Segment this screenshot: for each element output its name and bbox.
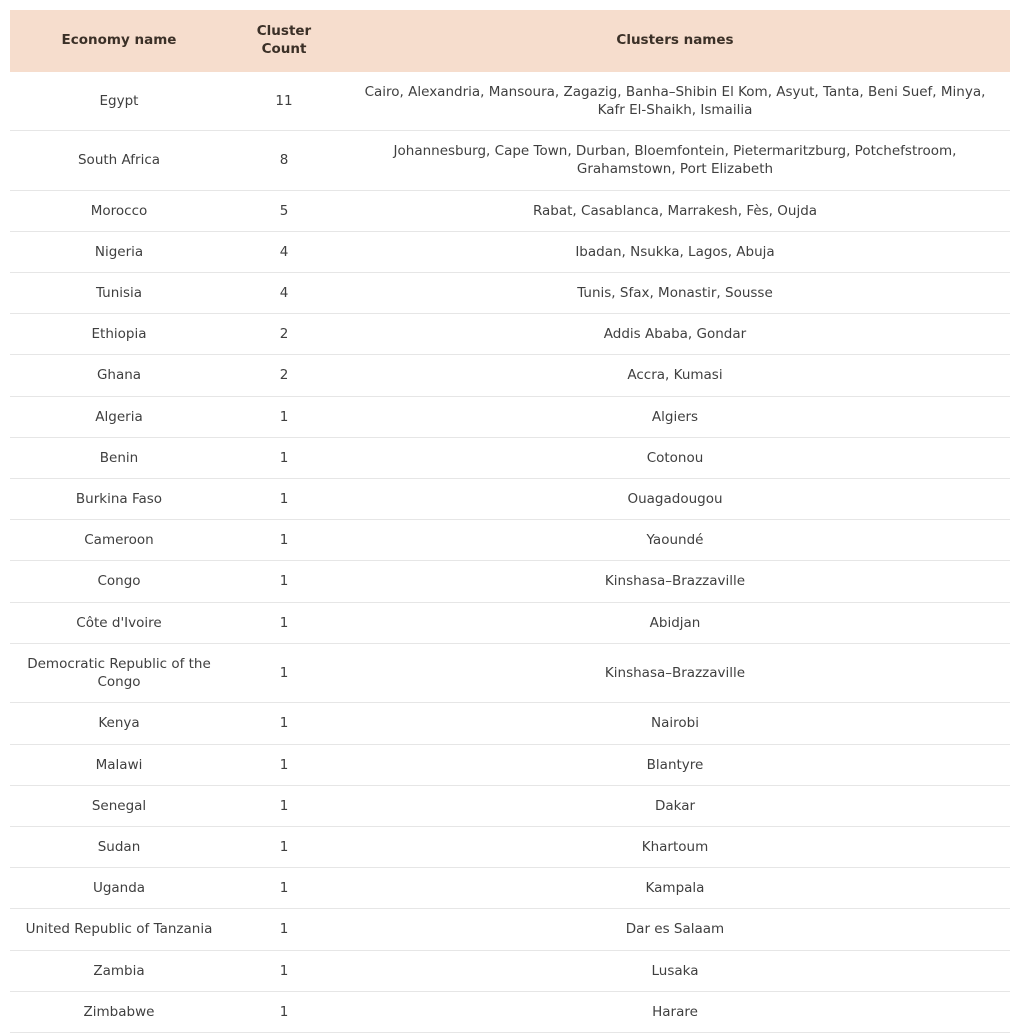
- cell-clusters-names: Addis Ababa, Gondar: [340, 313, 1010, 356]
- cell-cluster-count: 1: [228, 519, 340, 562]
- table-row: Uganda 1 Kampala: [10, 867, 1010, 910]
- table-row: Egypt 11 Cairo, Alexandria, Mansoura, Zaga…: [10, 71, 1010, 132]
- cell-economy-name: Côte d'Ivoire: [10, 602, 228, 644]
- cell-clusters-names: Yaoundé: [340, 519, 1010, 562]
- cell-economy-name: Algeria: [10, 396, 228, 438]
- cell-clusters-names: Ibadan, Nsukka, Lagos, Abuja: [340, 231, 1010, 273]
- table-row: Congo 1 Kinshasa–Brazzaville: [10, 560, 1010, 603]
- cell-economy-name: Benin: [10, 437, 228, 480]
- cell-economy-name: Morocco: [10, 190, 228, 232]
- table-row: United Republic of Tanzania 1 Dar es Salaa…: [10, 908, 1010, 951]
- cell-cluster-count: 1: [228, 396, 340, 438]
- table-row: Morocco 5 Rabat, Casablanca, Marrakesh, Fè…: [10, 190, 1010, 232]
- table-row: Burkina Faso 1 Ouagadougou: [10, 478, 1010, 521]
- table-row: Côte d'Ivoire 1 Abidjan: [10, 602, 1010, 644]
- cell-economy-name: Egypt: [10, 71, 228, 132]
- cell-cluster-count: 2: [228, 354, 340, 397]
- cell-clusters-names: Kinshasa–Brazzaville: [340, 643, 1010, 704]
- table-row: Cameroon 1 Yaoundé: [10, 519, 1010, 562]
- column-header-economy-name: Economy name: [10, 10, 228, 72]
- cell-clusters-names: Tunis, Sfax, Monastir, Sousse: [340, 272, 1010, 315]
- cell-economy-name: Nigeria: [10, 231, 228, 273]
- cell-clusters-names: Nairobi: [340, 702, 1010, 745]
- cell-economy-name: Zimbabwe: [10, 991, 228, 1033]
- table-row: South Africa 8 Johannesburg, Cape Town, Du…: [10, 130, 1010, 191]
- cell-economy-name: Democratic Republic of the Congo: [10, 643, 228, 704]
- cell-cluster-count: 1: [228, 826, 340, 869]
- cell-clusters-names: Dar es Salaam: [340, 908, 1010, 951]
- cell-cluster-count: 1: [228, 908, 340, 951]
- cell-clusters-names: Ouagadougou: [340, 478, 1010, 521]
- column-header-cluster-count-line2: Count: [261, 40, 307, 57]
- cell-economy-name: Uganda: [10, 867, 228, 910]
- column-header-cluster-count-line1: Cluster: [256, 23, 312, 39]
- table-row: Democratic Republic of the Congo 1 Kinshas…: [10, 643, 1010, 704]
- cell-economy-name: Ethiopia: [10, 313, 228, 356]
- cell-cluster-count: 8: [228, 130, 340, 191]
- cell-cluster-count: 4: [228, 272, 340, 315]
- cell-cluster-count: 1: [228, 643, 340, 704]
- cell-clusters-names: Harare: [340, 991, 1010, 1033]
- cell-cluster-count: 11: [228, 71, 340, 132]
- cell-clusters-names: Kampala: [340, 867, 1010, 910]
- table-row: Malawi 1 Blantyre: [10, 744, 1010, 786]
- cell-economy-name: Sudan: [10, 826, 228, 869]
- table-row: Algeria 1 Algiers: [10, 396, 1010, 438]
- cell-cluster-count: 1: [228, 702, 340, 745]
- cell-clusters-names: Rabat, Casablanca, Marrakesh, Fès, Oujda: [340, 190, 1010, 232]
- cell-clusters-names: Lusaka: [340, 950, 1010, 992]
- cell-economy-name: Tunisia: [10, 272, 228, 315]
- table-row: Senegal 1 Dakar: [10, 785, 1010, 828]
- table-header: Economy name Cluster Count Clusters name…: [10, 10, 1010, 72]
- cell-economy-name: Kenya: [10, 702, 228, 745]
- cell-economy-name: Cameroon: [10, 519, 228, 562]
- cell-clusters-names: Khartoum: [340, 826, 1010, 869]
- cell-clusters-names: Algiers: [340, 396, 1010, 438]
- table-row: Nigeria 4 Ibadan, Nsukka, Lagos, Abuja: [10, 231, 1010, 273]
- table-row: Sudan 1 Khartoum: [10, 826, 1010, 869]
- table-row: Zimbabwe 1 Harare: [10, 991, 1010, 1033]
- cell-cluster-count: 1: [228, 602, 340, 644]
- cell-cluster-count: 1: [228, 785, 340, 828]
- table-row: Kenya 1 Nairobi: [10, 702, 1010, 745]
- cell-cluster-count: 4: [228, 231, 340, 273]
- cell-cluster-count: 1: [228, 437, 340, 480]
- cell-economy-name: United Republic of Tanzania: [10, 908, 228, 951]
- column-header-clusters-names: Clusters names: [340, 10, 1010, 72]
- table-row: Ghana 2 Accra, Kumasi: [10, 354, 1010, 397]
- cell-clusters-names: Cotonou: [340, 437, 1010, 480]
- cell-clusters-names: Johannesburg, Cape Town, Durban, Bloemfo…: [340, 130, 1010, 191]
- cell-economy-name: Ghana: [10, 354, 228, 397]
- table-header-row: Economy name Cluster Count Clusters name…: [10, 10, 1010, 72]
- cell-clusters-names: Kinshasa–Brazzaville: [340, 560, 1010, 603]
- cell-economy-name: South Africa: [10, 130, 228, 191]
- cell-economy-name: Zambia: [10, 950, 228, 992]
- cell-cluster-count: 2: [228, 313, 340, 356]
- cell-cluster-count: 1: [228, 744, 340, 786]
- table-row: Ethiopia 2 Addis Ababa, Gondar: [10, 313, 1010, 356]
- cell-clusters-names: Abidjan: [340, 602, 1010, 644]
- table-row: Zambia 1 Lusaka: [10, 950, 1010, 992]
- cell-economy-name: Burkina Faso: [10, 478, 228, 521]
- cell-cluster-count: 1: [228, 560, 340, 603]
- economy-clusters-table: Economy name Cluster Count Clusters name…: [10, 10, 1010, 1033]
- cell-cluster-count: 1: [228, 950, 340, 992]
- cell-cluster-count: 1: [228, 991, 340, 1033]
- cell-economy-name: Congo: [10, 560, 228, 603]
- cell-cluster-count: 1: [228, 867, 340, 910]
- column-header-cluster-count: Cluster Count: [228, 10, 340, 72]
- table-body: Egypt 11 Cairo, Alexandria, Mansoura, Zaga…: [10, 71, 1010, 1033]
- cell-clusters-names: Dakar: [340, 785, 1010, 828]
- cell-cluster-count: 1: [228, 478, 340, 521]
- table-row: Benin 1 Cotonou: [10, 437, 1010, 480]
- cell-economy-name: Senegal: [10, 785, 228, 828]
- table-row: Tunisia 4 Tunis, Sfax, Monastir, Sousse: [10, 272, 1010, 315]
- cluster-table-container: Economy name Cluster Count Clusters name…: [0, 0, 1020, 1033]
- cell-clusters-names: Cairo, Alexandria, Mansoura, Zagazig, Ba…: [340, 71, 1010, 132]
- cell-economy-name: Malawi: [10, 744, 228, 786]
- cell-cluster-count: 5: [228, 190, 340, 232]
- cell-clusters-names: Accra, Kumasi: [340, 354, 1010, 397]
- cell-clusters-names: Blantyre: [340, 744, 1010, 786]
